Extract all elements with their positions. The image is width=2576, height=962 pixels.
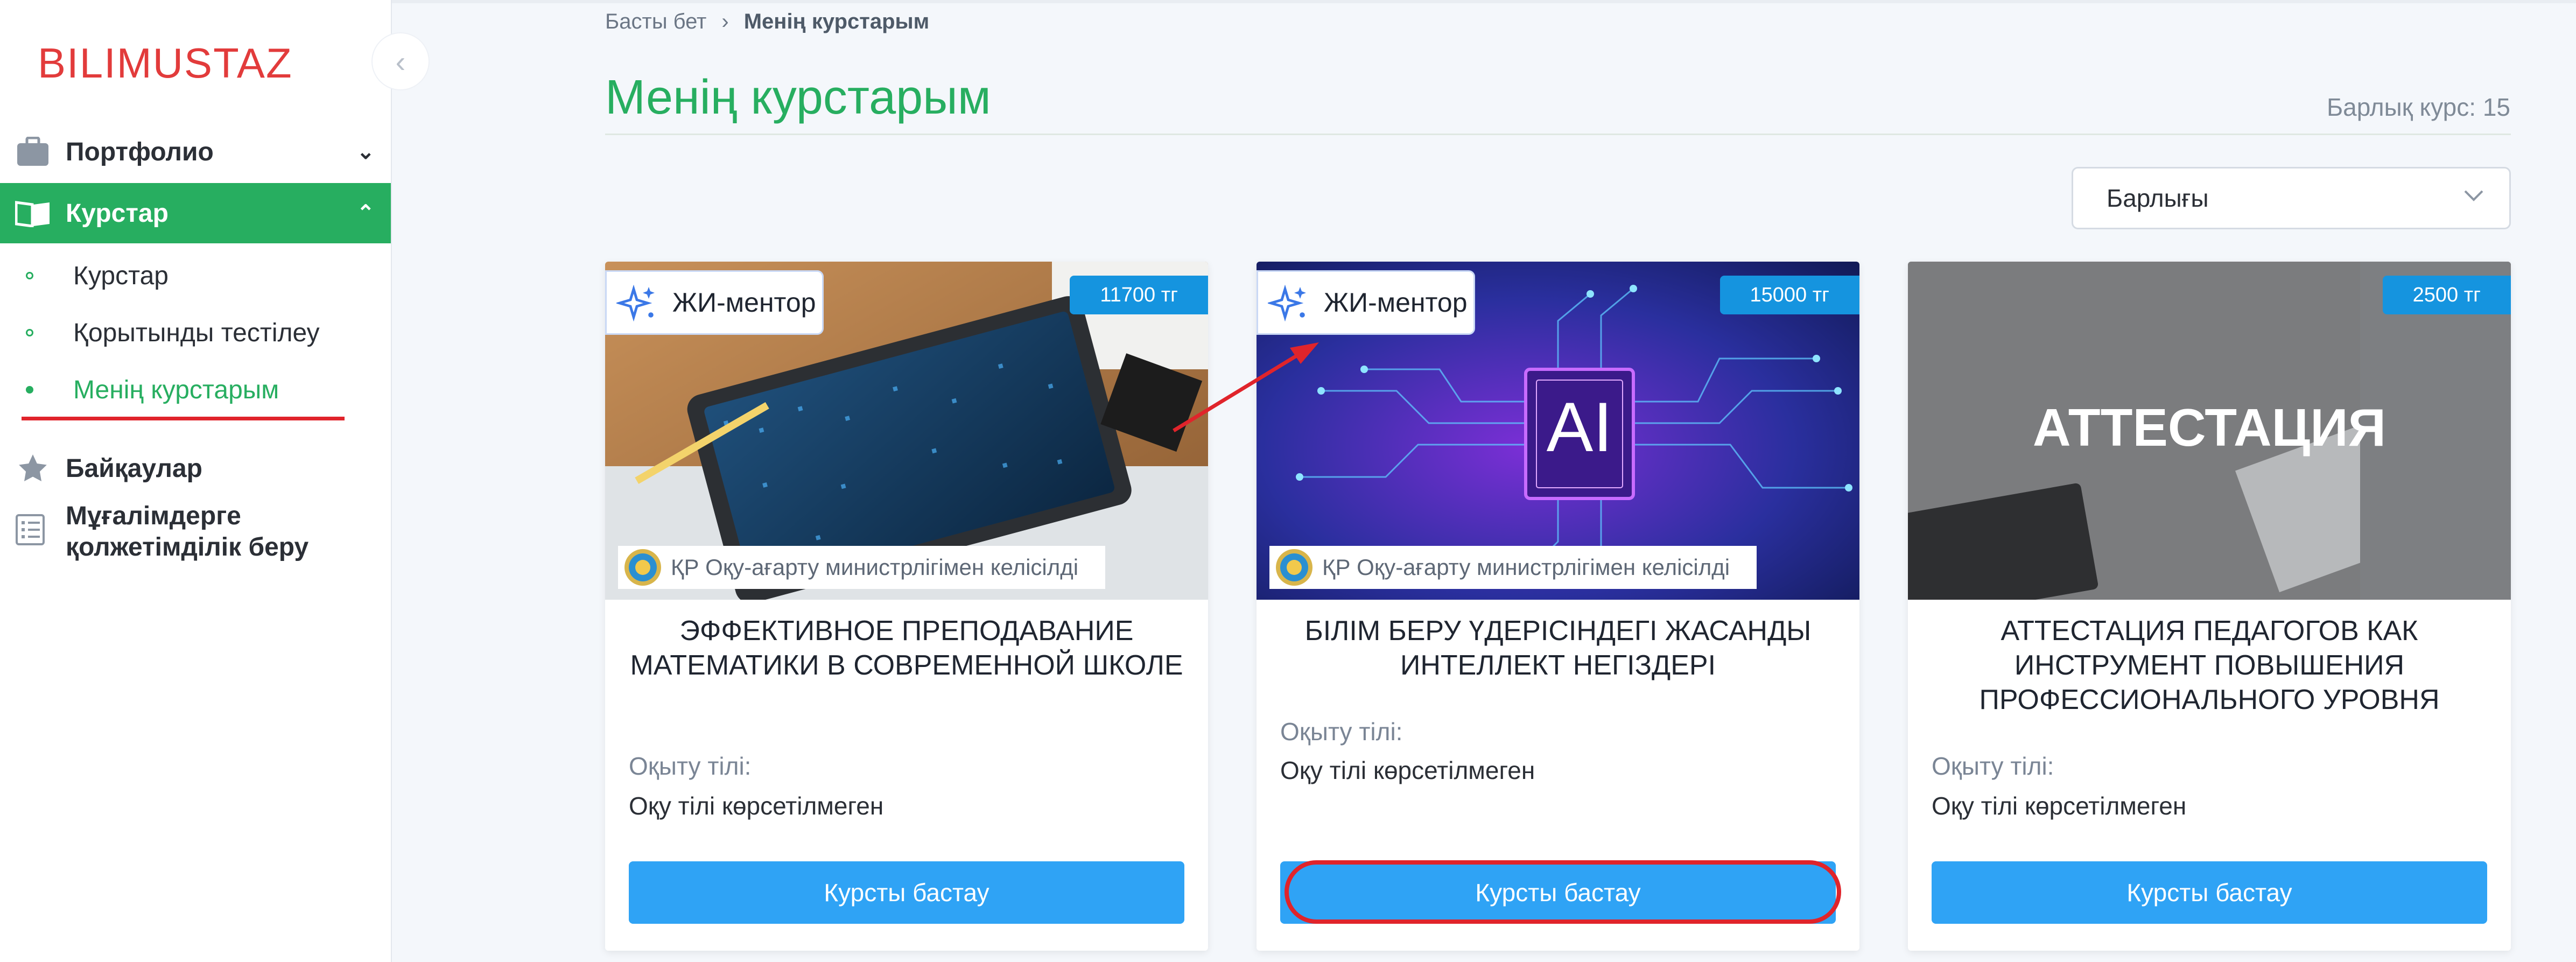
- chevron-left-icon: ‹: [395, 44, 406, 79]
- sidebar-subitem-label: Курстар: [73, 261, 169, 290]
- sparkle-icon: [616, 285, 655, 322]
- language-label: Оқыту тілі:: [1932, 752, 2054, 780]
- kazakhstan-emblem-icon: [624, 549, 661, 586]
- course-card: 11700 тг ЖИ-ментор ҚР Оқу-ағарту министр…: [605, 262, 1208, 951]
- sidebar-subitem-label: Қорытынды тестілеу: [73, 318, 320, 347]
- ai-chip-label: AI: [1546, 388, 1613, 466]
- ministry-label: ҚР Оқу-ағарту министрлігімен келісілді: [671, 554, 1079, 580]
- sidebar-item-label: Портфолио: [66, 137, 214, 166]
- sidebar-item-label: Байқаулар: [66, 454, 202, 483]
- breadcrumb-current: Менің курстарым: [743, 10, 930, 33]
- star-icon: [15, 451, 51, 486]
- language-value: Оқу тілі көрсетілмеген: [1932, 792, 2187, 820]
- chevron-down-icon: ⌄: [356, 140, 375, 164]
- language-label: Оқыту тілі:: [629, 752, 752, 780]
- ai-mentor-badge[interactable]: ЖИ-ментор: [605, 270, 824, 335]
- course-title[interactable]: БІЛІМ БЕРУ ҮДЕРІСІНДЕГІ ЖАСАНДЫ ИНТЕЛЛЕК…: [1278, 614, 1838, 683]
- bullet-icon: [26, 386, 33, 394]
- bullet-icon: [26, 272, 33, 279]
- ai-mentor-label: ЖИ-ментор: [1324, 287, 1468, 318]
- sidebar-subitem-my-courses[interactable]: Менің курстарым: [0, 363, 391, 417]
- ai-mentor-badge[interactable]: ЖИ-ментор: [1257, 270, 1475, 335]
- kazakhstan-emblem-icon: [1276, 549, 1312, 586]
- sidebar-item-portfolio[interactable]: Портфолио ⌄: [0, 122, 391, 182]
- brand-logo[interactable]: BILIMUSTAZ: [38, 39, 293, 88]
- sparkle-icon: [1268, 285, 1306, 322]
- breadcrumb: Басты бет › Менің курстарым: [605, 10, 929, 34]
- ministry-approval-badge: ҚР Оқу-ағарту министрлігімен келісілді: [618, 546, 1106, 589]
- sidebar-item-label: Курстар: [66, 199, 169, 228]
- chevron-down-icon: [2464, 190, 2483, 201]
- annotation-highlight-ring: [1285, 860, 1841, 924]
- book-icon: [15, 195, 51, 231]
- breadcrumb-home[interactable]: Басты бет: [605, 10, 706, 33]
- title-divider: [605, 134, 2511, 135]
- collapse-sidebar-button[interactable]: ‹: [373, 33, 429, 89]
- top-border: [392, 0, 2576, 3]
- sidebar-item-label: Мұғалімдерге қолжетімділік беру: [66, 502, 309, 561]
- price-badge: 15000 тг: [1719, 276, 1859, 314]
- sidebar-item-contests[interactable]: Байқаулар: [0, 438, 391, 498]
- language-value: Оқу тілі көрсетілмеген: [629, 792, 884, 820]
- language-value: Оқу тілі көрсетілмеген: [1280, 756, 1535, 784]
- bullet-icon: [26, 329, 33, 336]
- course-card: АТТЕСТАЦИЯ 2500 тг АТТЕСТАЦИЯ ПЕДАГОГОВ …: [1908, 262, 2511, 951]
- sidebar-item-courses[interactable]: Курстар ⌃: [0, 183, 391, 243]
- sidebar-subitem-final-test[interactable]: Қорытынды тестілеу: [0, 306, 391, 360]
- language-label: Оқыту тілі:: [1280, 718, 1403, 746]
- course-title[interactable]: АТТЕСТАЦИЯ ПЕДАГОГОВ КАК ИНСТРУМЕНТ ПОВЫ…: [1929, 614, 2489, 717]
- course-title[interactable]: ЭФФЕКТИВНОЕ ПРЕПОДАВАНИЕ МАТЕМАТИКИ В СО…: [627, 614, 1187, 683]
- start-course-button[interactable]: Курсты бастау: [1932, 861, 2487, 924]
- course-card: AI 15000 тг ЖИ-ментор ҚР Оқу-ағарту мини…: [1257, 262, 1859, 951]
- sidebar-subitem-courses[interactable]: Курстар: [0, 249, 391, 303]
- total-courses-count: Барлық курс: 15: [2326, 93, 2510, 121]
- chevron-up-icon: ⌃: [356, 201, 375, 225]
- sidebar-item-teacher-access[interactable]: Мұғалімдерге қолжетімділік беру: [0, 501, 391, 565]
- price-badge: 2500 тг: [2382, 276, 2511, 314]
- list-icon: [15, 514, 51, 549]
- annotation-underline: [22, 417, 345, 420]
- sidebar: BILIMUSTAZ Портфолио ⌄ Курстар ⌃ Курстар…: [0, 0, 392, 962]
- sidebar-subitem-label: Менің курстарым: [73, 375, 279, 404]
- briefcase-icon: [15, 134, 51, 170]
- ministry-approval-badge: ҚР Оқу-ағарту министрлігімен келісілді: [1269, 546, 1757, 589]
- ai-mentor-label: ЖИ-ментор: [672, 287, 816, 318]
- ministry-label: ҚР Оқу-ағарту министрлігімен келісілді: [1322, 554, 1730, 580]
- start-course-button[interactable]: Курсты бастау: [629, 861, 1184, 924]
- attestation-image-text: АТТЕСТАЦИЯ: [2032, 398, 2387, 457]
- price-badge: 11700 тг: [1070, 276, 1208, 314]
- chevron-right-icon: ›: [721, 10, 729, 33]
- course-filter-value: Барлығы: [2107, 184, 2209, 212]
- page-title: Менің курстарым: [605, 71, 991, 124]
- course-filter-select[interactable]: Барлығы: [2072, 167, 2511, 229]
